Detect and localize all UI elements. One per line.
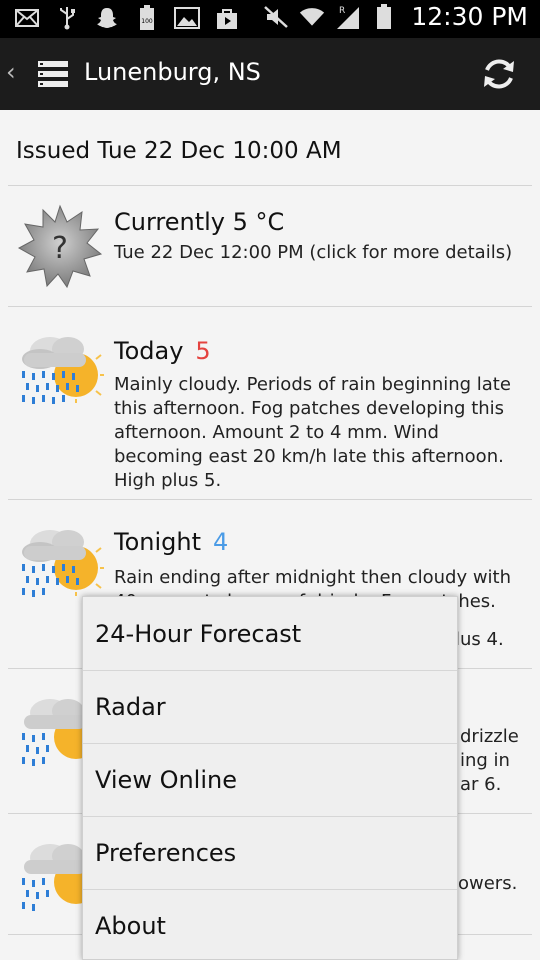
status-bar: 100 R 12:30 PM: [0, 0, 540, 38]
rain-cloud-sun-icon: [16, 518, 104, 606]
menu-item-about[interactable]: About: [83, 889, 457, 960]
menu-item-preferences[interactable]: Preferences: [83, 816, 457, 889]
forecast-text-tail: lus 4.: [455, 629, 504, 650]
gallery-icon: [174, 5, 200, 31]
wifi-icon: [299, 4, 325, 30]
back-chevron-icon[interactable]: ‹: [6, 58, 16, 86]
status-notification-icons: 100: [14, 5, 240, 31]
forecast-period-title: Today 5: [114, 337, 211, 365]
menu-item-view-online[interactable]: View Online: [83, 743, 457, 816]
location-list-icon[interactable]: [37, 58, 69, 94]
current-conditions-row[interactable]: ? Currently 5 °C Tue 22 Dec 12:00 PM (cl…: [0, 186, 540, 306]
svg-text:100: 100: [141, 18, 153, 25]
status-system-icons: R 12:30 PM: [263, 2, 528, 31]
refresh-icon[interactable]: [480, 55, 518, 93]
status-time: 12:30 PM: [411, 2, 528, 31]
menu-item-radar[interactable]: Radar: [83, 670, 457, 743]
temperature-value: 5: [195, 337, 211, 365]
signal-icon: R: [335, 4, 361, 30]
forecast-text-tail-1: drizzle: [460, 726, 519, 747]
mute-icon: [263, 4, 289, 30]
usb-icon: [54, 5, 80, 31]
forecast-text-tail-3: ar 6.: [460, 774, 502, 795]
temperature-value: 4: [213, 528, 229, 556]
rain-cloud-sun-icon: [16, 325, 104, 413]
shopping-bag-icon: [214, 5, 240, 31]
current-detail: Tue 22 Dec 12:00 PM (click for more deta…: [114, 242, 513, 263]
forecast-text: Mainly cloudy. Periods of rain beginning…: [114, 374, 511, 491]
svg-text:R: R: [339, 6, 345, 16]
forecast-text-tail: owers.: [458, 873, 518, 894]
unknown-weather-icon: ?: [16, 202, 104, 290]
mail-icon: [14, 5, 40, 31]
forecast-period-title: Tonight 4: [114, 528, 228, 556]
period-label: Today: [114, 337, 184, 365]
battery-100-icon: 100: [134, 5, 160, 31]
forecast-text-tail-2: ing in: [460, 750, 510, 771]
snapchat-icon: [94, 5, 120, 31]
location-title: Lunenburg, NS: [84, 58, 261, 86]
battery-icon: [371, 3, 397, 30]
menu-item-24-hour-forecast[interactable]: 24-Hour Forecast: [83, 597, 457, 670]
current-title: Currently 5 °C: [114, 208, 285, 236]
overflow-menu: 24-Hour Forecast Radar View Online Prefe…: [82, 596, 458, 960]
forecast-text-line-1: Rain ending after midnight then cloudy w…: [114, 567, 512, 588]
action-bar: ‹ Lunenburg, NS: [0, 38, 540, 110]
issued-time: Issued Tue 22 Dec 10:00 AM: [16, 138, 342, 164]
svg-text:?: ?: [52, 231, 68, 266]
period-label: Tonight: [114, 528, 201, 556]
forecast-row-today[interactable]: Today 5 Mainly cloudy. Periods of rain be…: [0, 307, 540, 499]
